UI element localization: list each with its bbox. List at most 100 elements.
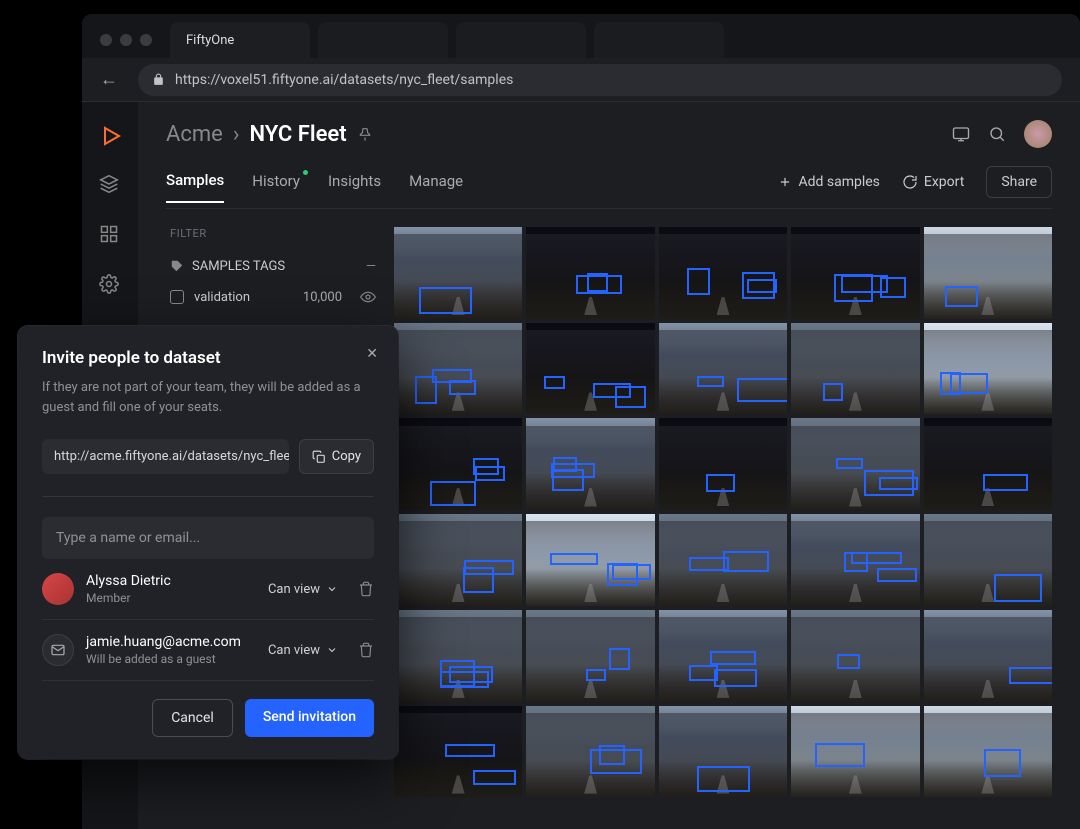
detection-box <box>689 557 729 571</box>
sample-thumbnail[interactable] <box>924 610 1052 702</box>
tab-history[interactable]: History <box>252 172 300 202</box>
detection-box <box>984 749 1021 777</box>
detection-box <box>864 470 914 495</box>
detection-box <box>877 568 916 582</box>
sample-thumbnail[interactable] <box>526 610 654 702</box>
chevron-down-icon <box>326 583 338 595</box>
window-controls[interactable] <box>100 34 162 58</box>
sample-thumbnail[interactable] <box>791 610 919 702</box>
sample-thumbnail[interactable] <box>526 323 654 415</box>
tabs-row: Samples History Insights Manage Add samp… <box>166 166 1052 209</box>
detection-box <box>463 567 495 594</box>
close-button[interactable]: ✕ <box>366 346 378 362</box>
tab-samples[interactable]: Samples <box>166 171 224 203</box>
sample-grid[interactable] <box>394 227 1052 829</box>
filter-tag-validation[interactable]: validation 10,000 <box>170 282 376 312</box>
sample-thumbnail[interactable] <box>924 418 1052 510</box>
permission-dropdown[interactable]: Can view <box>268 582 338 597</box>
logo-icon[interactable] <box>99 124 121 146</box>
user-avatar[interactable] <box>1024 120 1052 148</box>
detection-box <box>737 378 787 402</box>
sample-thumbnail[interactable] <box>791 514 919 606</box>
checkbox-icon[interactable] <box>170 290 184 304</box>
url-text: https://voxel51.fiftyone.ai/datasets/nyc… <box>175 72 513 88</box>
sample-thumbnail[interactable] <box>659 323 787 415</box>
browser-tab[interactable] <box>318 22 448 58</box>
detection-box <box>697 766 750 792</box>
detection-box <box>415 376 437 404</box>
pin-icon[interactable] <box>357 126 373 142</box>
detection-box <box>687 268 710 295</box>
detection-box <box>551 463 595 478</box>
grid-icon[interactable] <box>99 224 121 246</box>
filter-heading: FILTER <box>170 227 376 240</box>
sample-thumbnail[interactable] <box>526 706 654 798</box>
send-invitation-button[interactable]: Send invitation <box>245 699 374 737</box>
collapse-icon[interactable]: — <box>366 259 376 274</box>
display-icon[interactable] <box>952 125 970 143</box>
sample-thumbnail[interactable] <box>791 418 919 510</box>
sample-thumbnail[interactable] <box>394 610 522 702</box>
browser-tab[interactable] <box>456 22 586 58</box>
sample-thumbnail[interactable] <box>526 514 654 606</box>
sample-thumbnail[interactable] <box>526 418 654 510</box>
filter-section-tags[interactable]: SAMPLES TAGS — <box>170 250 376 282</box>
remove-invitee-button[interactable] <box>358 642 374 658</box>
breadcrumb-row: Acme › NYC Fleet <box>166 120 1052 148</box>
sample-thumbnail[interactable] <box>924 706 1052 798</box>
detection-box <box>710 651 756 664</box>
detection-box <box>587 273 609 292</box>
sample-thumbnail[interactable] <box>659 514 787 606</box>
sample-thumbnail[interactable] <box>394 706 522 798</box>
tab-manage[interactable]: Manage <box>409 172 463 202</box>
tab-actions: Add samples Export Share <box>778 166 1052 208</box>
back-button[interactable]: ← <box>100 69 124 90</box>
copy-link-button[interactable]: Copy <box>299 439 374 474</box>
browser-tab[interactable] <box>594 22 724 58</box>
invitee-name: jamie.huang@acme.com <box>86 634 256 650</box>
invitee-role: Member <box>86 591 256 605</box>
tab-insights[interactable]: Insights <box>328 172 381 202</box>
cancel-button[interactable]: Cancel <box>152 699 233 737</box>
sample-thumbnail[interactable] <box>791 706 919 798</box>
sample-thumbnail[interactable] <box>924 227 1052 319</box>
sample-thumbnail[interactable] <box>924 323 1052 415</box>
sample-thumbnail[interactable] <box>394 323 522 415</box>
share-button[interactable]: Share <box>986 166 1052 198</box>
search-icon[interactable] <box>988 125 1006 143</box>
sample-thumbnail[interactable] <box>659 610 787 702</box>
invitee-role: Will be added as a guest <box>86 652 256 666</box>
sample-thumbnail[interactable] <box>659 706 787 798</box>
sample-thumbnail[interactable] <box>924 514 1052 606</box>
sample-thumbnail[interactable] <box>526 227 654 319</box>
invite-email-input[interactable]: Type a name or email... <box>42 517 374 559</box>
detection-box <box>983 474 1028 491</box>
sample-thumbnail[interactable] <box>791 227 919 319</box>
invitee-avatar-mail <box>42 634 74 666</box>
detection-box <box>837 654 860 669</box>
sample-thumbnail[interactable] <box>394 514 522 606</box>
settings-icon[interactable] <box>99 274 121 296</box>
detection-box <box>994 574 1042 602</box>
url-input[interactable]: https://voxel51.fiftyone.ai/datasets/nyc… <box>138 64 1062 96</box>
export-button[interactable]: Export <box>902 174 964 190</box>
sample-thumbnail[interactable] <box>394 227 522 319</box>
detection-box <box>419 287 472 315</box>
browser-tab-active[interactable]: FiftyOne <box>170 22 310 58</box>
sample-thumbnail[interactable] <box>659 418 787 510</box>
share-link-input[interactable]: http://acme.fiftyone.ai/datasets/nyc_fle… <box>42 439 289 474</box>
sample-thumbnail[interactable] <box>791 323 919 415</box>
remove-invitee-button[interactable] <box>358 581 374 597</box>
detection-box <box>544 376 565 390</box>
breadcrumb-dataset[interactable]: NYC Fleet <box>249 122 346 147</box>
sample-thumbnail[interactable] <box>394 418 522 510</box>
add-samples-button[interactable]: Add samples <box>778 174 879 190</box>
tab-strip: FiftyOne <box>82 14 1080 58</box>
permission-dropdown[interactable]: Can view <box>268 643 338 658</box>
detection-box <box>586 669 606 681</box>
eye-icon[interactable] <box>360 289 376 305</box>
sample-thumbnail[interactable] <box>659 227 787 319</box>
breadcrumb-org[interactable]: Acme <box>166 122 223 147</box>
layers-icon[interactable] <box>99 174 121 196</box>
invitee-name: Alyssa Dietric <box>86 573 256 589</box>
